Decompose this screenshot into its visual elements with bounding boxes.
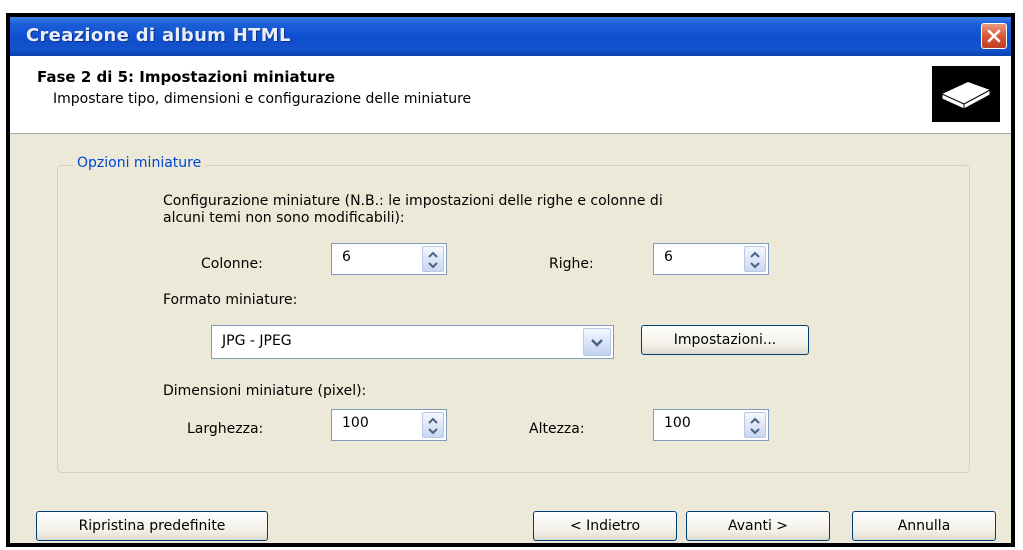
format-settings-button[interactable]: Impostazioni... bbox=[641, 325, 809, 355]
album-icon bbox=[932, 66, 1000, 122]
reset-defaults-button[interactable]: Ripristina predefinite bbox=[36, 511, 268, 541]
columns-spin-buttons[interactable] bbox=[422, 246, 444, 272]
back-button[interactable]: < Indietro bbox=[533, 511, 677, 541]
format-label: Formato miniature: bbox=[163, 292, 298, 308]
layout-note-line1: Configurazione miniature (N.B.: le impos… bbox=[163, 193, 663, 209]
next-button[interactable]: Avanti > bbox=[686, 511, 830, 541]
step-title: Fase 2 di 5: Impostazioni miniature bbox=[37, 68, 336, 86]
group-label: Opzioni miniature bbox=[73, 155, 206, 171]
cancel-button[interactable]: Annulla bbox=[852, 511, 996, 541]
rows-spinner[interactable]: 6 bbox=[653, 243, 769, 275]
format-dropdown-button[interactable] bbox=[583, 328, 611, 356]
layout-note-line2: alcuni temi non sono modificabili): bbox=[163, 210, 405, 226]
close-icon bbox=[987, 29, 1001, 43]
columns-value: 6 bbox=[342, 249, 351, 265]
rows-label: Righe: bbox=[549, 256, 594, 272]
spin-updown-icon bbox=[750, 417, 760, 435]
columns-spinner[interactable]: 6 bbox=[331, 243, 447, 275]
title-bar[interactable]: Creazione di album HTML bbox=[10, 17, 1011, 56]
width-spinner[interactable]: 100 bbox=[331, 409, 447, 441]
wizard-header: Fase 2 di 5: Impostazioni miniature Impo… bbox=[10, 56, 1011, 134]
close-button[interactable] bbox=[981, 23, 1007, 49]
step-subtitle: Impostare tipo, dimensioni e configurazi… bbox=[53, 91, 472, 107]
wizard-window: Creazione di album HTML Fase 2 di 5: Imp… bbox=[10, 17, 1011, 543]
format-value: JPG - JPEG bbox=[222, 333, 292, 349]
screenshot-frame: Creazione di album HTML Fase 2 di 5: Imp… bbox=[6, 13, 1015, 547]
height-spin-buttons[interactable] bbox=[744, 412, 766, 438]
width-spin-buttons[interactable] bbox=[422, 412, 444, 438]
spin-updown-icon bbox=[428, 417, 438, 435]
size-label: Dimensioni miniature (pixel): bbox=[163, 383, 367, 399]
rows-spin-buttons[interactable] bbox=[744, 246, 766, 272]
window-title: Creazione di album HTML bbox=[26, 25, 291, 46]
width-label: Larghezza: bbox=[187, 421, 264, 437]
columns-label: Colonne: bbox=[201, 256, 263, 272]
height-spinner[interactable]: 100 bbox=[653, 409, 769, 441]
spin-updown-icon bbox=[750, 251, 760, 269]
spin-updown-icon bbox=[428, 251, 438, 269]
height-value: 100 bbox=[664, 415, 691, 431]
height-label: Altezza: bbox=[529, 421, 585, 437]
width-value: 100 bbox=[342, 415, 369, 431]
format-dropdown[interactable]: JPG - JPEG bbox=[211, 325, 614, 359]
rows-value: 6 bbox=[664, 249, 673, 265]
chevron-down-icon bbox=[591, 339, 603, 347]
